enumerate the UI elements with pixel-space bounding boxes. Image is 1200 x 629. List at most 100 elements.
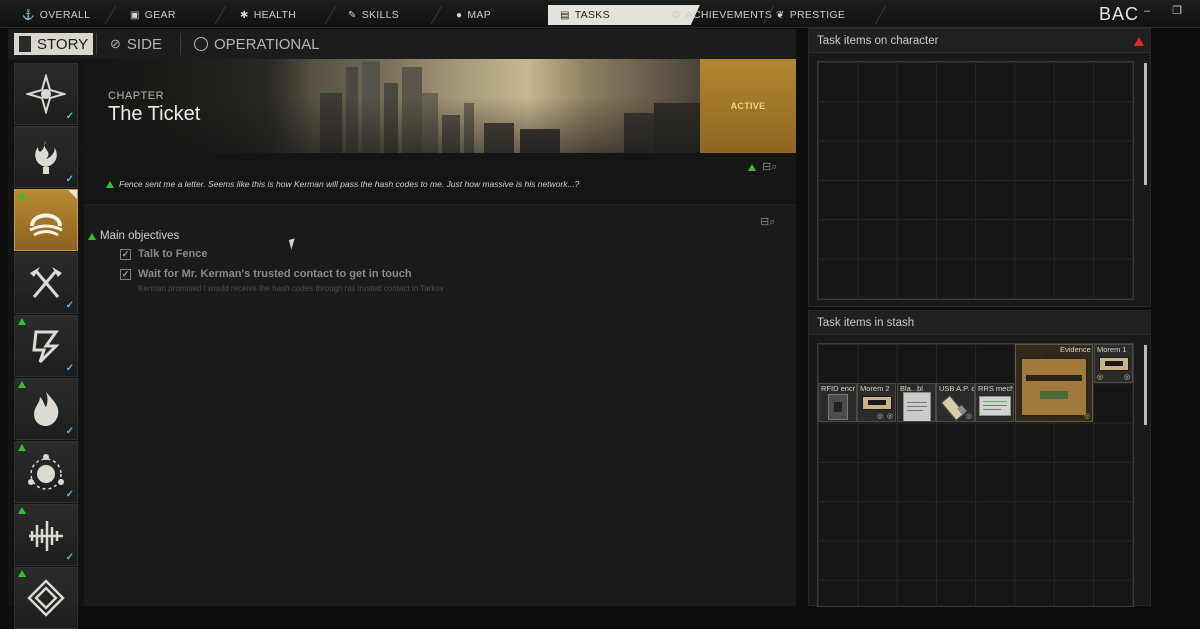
journal-search-icon[interactable]: ⊟⌕	[762, 160, 777, 174]
chapter-item-3[interactable]	[14, 189, 78, 251]
tab-overall[interactable]: ⚓ OVERALL	[22, 5, 90, 25]
objective-checkbox: ✓	[120, 268, 131, 280]
character-scrollbar[interactable]	[1144, 63, 1147, 185]
lightning-icon	[32, 330, 60, 364]
soundwave-icon	[29, 521, 63, 551]
objective-item: ✓ Talk to Fence	[120, 248, 207, 260]
stash-item-morem-2[interactable]: Morem 2 ◎ ◎	[857, 383, 896, 422]
character-items-grid[interactable]	[817, 61, 1134, 300]
stash-item-evidence[interactable]: Evidence ◎	[1015, 344, 1093, 422]
checkmark-circle-icon: ⊘	[110, 36, 121, 51]
warning-triangle-icon	[88, 232, 96, 240]
document-icon	[903, 392, 931, 421]
objective-checkbox: ✓	[120, 248, 131, 260]
tab-map-label: MAP	[467, 9, 491, 21]
health-icon: ✱	[240, 9, 249, 21]
objectives-search-icon[interactable]: ⊟⌕	[760, 215, 775, 229]
tab-skills[interactable]: ✎ SKILLS	[348, 5, 399, 25]
tab-achievements[interactable]: ✪ ACHIEVEMENTS	[672, 5, 772, 25]
achievement-icon: ✪	[672, 9, 681, 21]
evidence-case-icon	[1020, 357, 1088, 417]
completed-check-icon: ✓	[65, 552, 74, 563]
flame-hand-icon	[35, 141, 57, 174]
stash-item-rfid[interactable]: RFID encr	[818, 383, 857, 422]
category-operational-tab[interactable]: OPERATIONAL	[194, 32, 320, 56]
character-items-title: Task items on character	[817, 35, 939, 47]
tunnel-icon	[29, 213, 63, 237]
stash-scrollbar[interactable]	[1144, 345, 1147, 425]
prestige-icon: ❦	[776, 9, 785, 21]
quest-description: Fence sent me a letter. Seems like this …	[119, 179, 580, 189]
item-name: RFID encr	[821, 384, 856, 393]
warning-triangle-icon	[748, 163, 756, 171]
objective-text: Wait for Mr. Kerman's trusted contact to…	[138, 268, 412, 280]
chapter-item-1[interactable]: ✓	[14, 63, 78, 125]
category-story-tab[interactable]: STORY	[14, 33, 94, 55]
chapter-title: The Ticket	[108, 103, 201, 125]
minimize-icon[interactable]: –	[1140, 4, 1154, 18]
completed-check-icon: ✓	[65, 426, 74, 437]
warning-triangle-icon	[18, 570, 26, 577]
tab-skills-label: SKILLS	[361, 9, 400, 21]
chapter-item-9[interactable]	[14, 567, 78, 629]
quest-description-box: ⊟⌕ Fence sent me a letter. Seems like th…	[84, 153, 796, 205]
map-pin-icon: ●	[456, 9, 463, 21]
warning-triangle-icon	[18, 381, 26, 388]
tab-health[interactable]: ✱ HEALTH	[240, 5, 296, 25]
category-side-tab[interactable]: ⊘ SIDE	[110, 32, 162, 56]
tab-overall-label: OVERALL	[39, 9, 91, 21]
chapter-item-8[interactable]: ✓	[14, 504, 78, 566]
stash-item-morem-1[interactable]: Morem 1 ◎ ◎	[1094, 344, 1133, 383]
blueprint-icon	[979, 396, 1011, 416]
objectives-heading: Main objectives	[88, 230, 179, 242]
character-items-panel: Task items on character	[808, 28, 1151, 307]
stash-items-grid[interactable]: Evidence ◎ Morem 1 ◎ ◎ RFID encr Morem 2…	[817, 343, 1134, 607]
clock-icon	[194, 37, 208, 51]
crossed-axes-icon	[30, 267, 62, 298]
stash-item-document[interactable]: Bla...bl	[897, 383, 936, 422]
warning-triangle-icon	[18, 444, 26, 451]
objective-text: Talk to Fence	[138, 248, 208, 260]
completed-check-icon: ✓	[65, 300, 74, 311]
gear-icon: ▣	[130, 9, 140, 21]
chapter-item-7[interactable]: ✓	[14, 441, 78, 503]
stash-items-title: Task items in stash	[817, 317, 915, 329]
chapter-item-5[interactable]: ✓	[14, 315, 78, 377]
category-operational-label: OPERATIONAL	[214, 35, 320, 53]
item-name: Evidence	[1060, 345, 1091, 354]
tasks-icon: ▤	[560, 9, 570, 21]
item-name: Morem 1	[1097, 345, 1127, 354]
alert-triangle-icon	[1134, 37, 1144, 46]
fire-icon	[34, 392, 59, 426]
chapter-item-4[interactable]: ✓	[14, 252, 78, 314]
category-side-label: SIDE	[126, 35, 162, 53]
orbit-icon	[28, 454, 64, 490]
completed-check-icon: ✓	[65, 111, 74, 122]
objective-item: ✓ Wait for Mr. Kerman's trusted contact …	[120, 268, 412, 280]
objectives-title: Main objectives	[100, 230, 180, 242]
chapter-banner-image: CHAPTER The Ticket	[84, 59, 700, 153]
item-name: Morem 2	[860, 384, 890, 393]
anchor-icon: ⚓	[22, 9, 35, 21]
tab-prestige[interactable]: ❦ PRESTIGE	[776, 5, 845, 25]
quest-detail-panel: CHAPTER The Ticket ACTIVE ⊟⌕ Fence sent …	[84, 59, 796, 606]
item-name: USB A.P. d	[939, 384, 975, 393]
top-navigation-bar: ⚓ OVERALL ▣ GEAR ✱ HEALTH ✎ SKILLS ● MAP…	[0, 0, 1200, 28]
warning-triangle-icon	[106, 180, 114, 188]
tab-gear[interactable]: ▣ GEAR	[130, 5, 176, 25]
completed-check-icon: ✓	[65, 489, 74, 500]
stash-items-panel: Task items in stash Evidence ◎ Morem 1 ◎…	[808, 310, 1151, 607]
chapter-label: CHAPTER	[108, 90, 165, 102]
chapter-list: ✓ ✓ ✓ ✓ ✓ ✓ ✓	[8, 59, 84, 629]
stash-item-rrs-mech[interactable]: RRS mech	[975, 383, 1014, 422]
stash-item-usb[interactable]: USB A.P. d ◎	[936, 383, 975, 422]
completed-check-icon: ✓	[65, 363, 74, 374]
restore-window-icon[interactable]: ❐	[1170, 4, 1184, 18]
tab-map[interactable]: ● MAP	[456, 5, 491, 25]
chapter-item-6[interactable]: ✓	[14, 378, 78, 440]
quest-status-badge: ACTIVE	[700, 59, 796, 153]
chapter-item-2[interactable]: ✓	[14, 126, 78, 188]
back-button[interactable]: BAC	[1099, 4, 1139, 25]
warning-triangle-icon	[18, 318, 26, 325]
warning-triangle-icon	[18, 192, 26, 199]
